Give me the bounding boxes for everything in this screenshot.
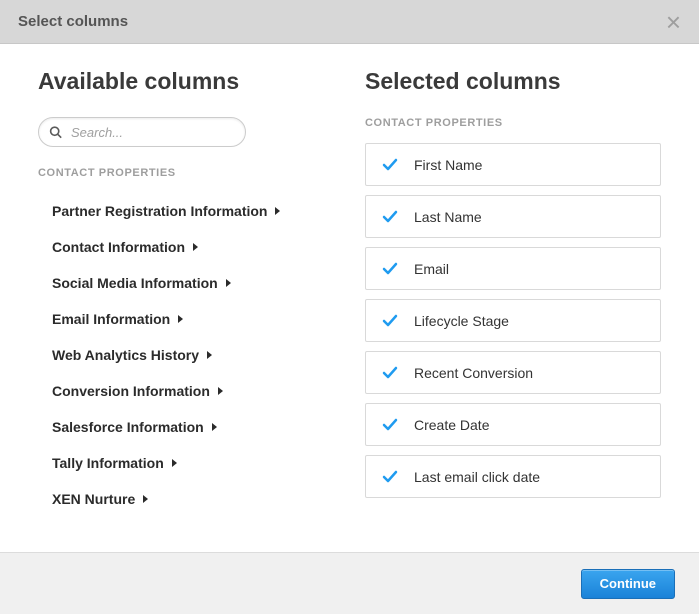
category-label: Tally Information bbox=[52, 455, 164, 471]
selected-item-label: Email bbox=[414, 261, 449, 277]
category-email-information[interactable]: Email Information bbox=[52, 301, 323, 337]
category-contact-information[interactable]: Contact Information bbox=[52, 229, 323, 265]
available-columns-title: Available columns bbox=[38, 68, 323, 95]
category-tally-information[interactable]: Tally Information bbox=[52, 445, 323, 481]
category-conversion-information[interactable]: Conversion Information bbox=[52, 373, 323, 409]
selected-columns-title: Selected columns bbox=[365, 68, 685, 95]
category-label: Email Information bbox=[52, 311, 170, 327]
selected-item-label: Last email click date bbox=[414, 469, 540, 485]
check-icon bbox=[382, 313, 398, 329]
check-icon bbox=[382, 365, 398, 381]
selected-group-label: CONTACT PROPERTIES bbox=[365, 117, 685, 129]
close-icon[interactable]: × bbox=[666, 9, 681, 35]
caret-right-icon bbox=[218, 387, 223, 395]
category-label: Web Analytics History bbox=[52, 347, 199, 363]
selected-item-label: Last Name bbox=[414, 209, 482, 225]
selected-item-email[interactable]: Email bbox=[365, 247, 661, 290]
check-icon bbox=[382, 209, 398, 225]
check-icon bbox=[382, 417, 398, 433]
selected-item-label: Create Date bbox=[414, 417, 489, 433]
selected-item-first-name[interactable]: First Name bbox=[365, 143, 661, 186]
caret-right-icon bbox=[193, 243, 198, 251]
category-label: Social Media Information bbox=[52, 275, 218, 291]
category-label: Conversion Information bbox=[52, 383, 210, 399]
selected-item-create-date[interactable]: Create Date bbox=[365, 403, 661, 446]
selected-item-label: First Name bbox=[414, 157, 482, 173]
available-category-list: Partner Registration Information Contact… bbox=[38, 193, 323, 517]
caret-right-icon bbox=[178, 315, 183, 323]
caret-right-icon bbox=[226, 279, 231, 287]
check-icon bbox=[382, 157, 398, 173]
modal-header: Select columns × bbox=[0, 0, 699, 44]
selected-item-label: Recent Conversion bbox=[414, 365, 533, 381]
check-icon bbox=[382, 261, 398, 277]
modal-title: Select columns bbox=[18, 13, 128, 30]
check-icon bbox=[382, 469, 398, 485]
search-input[interactable] bbox=[38, 117, 246, 147]
caret-right-icon bbox=[275, 207, 280, 215]
category-web-analytics[interactable]: Web Analytics History bbox=[52, 337, 323, 373]
selected-item-label: Lifecycle Stage bbox=[414, 313, 509, 329]
modal-footer: Continue bbox=[0, 552, 699, 614]
category-partner-registration[interactable]: Partner Registration Information bbox=[52, 193, 323, 229]
category-label: Contact Information bbox=[52, 239, 185, 255]
selected-item-last-email-click[interactable]: Last email click date bbox=[365, 455, 661, 498]
category-xen-nurture[interactable]: XEN Nurture bbox=[52, 481, 323, 517]
selected-item-lifecycle-stage[interactable]: Lifecycle Stage bbox=[365, 299, 661, 342]
selected-item-recent-conversion[interactable]: Recent Conversion bbox=[365, 351, 661, 394]
caret-right-icon bbox=[143, 495, 148, 503]
selected-item-last-name[interactable]: Last Name bbox=[365, 195, 661, 238]
category-social-media[interactable]: Social Media Information bbox=[52, 265, 323, 301]
category-salesforce-information[interactable]: Salesforce Information bbox=[52, 409, 323, 445]
continue-button[interactable]: Continue bbox=[581, 569, 675, 599]
category-label: Salesforce Information bbox=[52, 419, 204, 435]
category-label: XEN Nurture bbox=[52, 491, 135, 507]
caret-right-icon bbox=[212, 423, 217, 431]
caret-right-icon bbox=[172, 459, 177, 467]
category-label: Partner Registration Information bbox=[52, 203, 267, 219]
search-icon bbox=[49, 126, 62, 139]
selected-list: First Name Last Name Email Lifecycle Sta… bbox=[365, 143, 685, 498]
caret-right-icon bbox=[207, 351, 212, 359]
available-group-label: CONTACT PROPERTIES bbox=[38, 167, 323, 179]
